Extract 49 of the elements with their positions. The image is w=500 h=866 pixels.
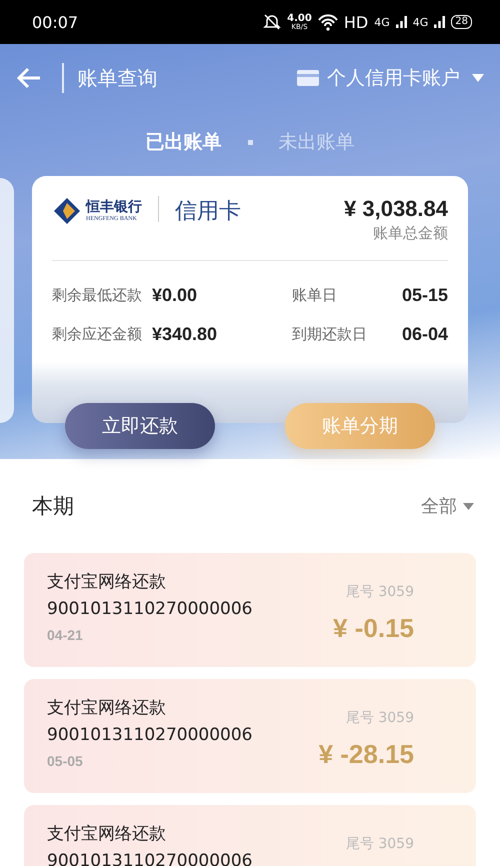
transaction-card[interactable]: 支付宝网络还款 9001013110270000006 尾号 3059: [24, 805, 476, 866]
back-arrow-icon[interactable]: [16, 66, 42, 90]
transaction-title: 支付宝网络还款: [47, 571, 167, 594]
tab[interactable]: 已出账单: [146, 129, 222, 155]
total-amount: ¥ 3,038.84: [344, 196, 448, 222]
mute-bell-icon: [263, 13, 282, 31]
transaction-card[interactable]: 支付宝网络还款 9001013110270000006 05-05 尾号 3059 ¥ -28.15: [24, 679, 476, 793]
bank-name: 恒丰银行: [86, 200, 142, 214]
section-title: 本期: [32, 493, 74, 520]
account-selector[interactable]: 个人信用卡账户: [297, 65, 484, 91]
transaction-number: 9001013110270000006: [47, 598, 253, 621]
signal-icon: [434, 16, 446, 28]
status-time: 00:07: [32, 12, 78, 32]
detail-value: ¥0.00: [152, 285, 198, 306]
transaction-title: 支付宝网络还款: [47, 697, 167, 720]
detail-label: 剩余最低还款: [52, 286, 143, 305]
battery-level: 28: [451, 15, 472, 29]
detail-value: 05-15: [400, 285, 448, 306]
transaction-amount: ¥ -28.15: [318, 739, 414, 770]
credit-card-icon: [297, 70, 319, 86]
network-type-label: 4G: [412, 16, 428, 28]
card-tail-number: 尾号 3059: [346, 709, 414, 727]
filter-dropdown[interactable]: 全部: [421, 494, 474, 518]
transaction-card[interactable]: 支付宝网络还款 9001013110270000006 04-21 尾号 3059 ¥ -0.15: [24, 553, 476, 667]
detail-label: 剩余应还金额: [52, 325, 143, 344]
transaction-amount: ¥ -0.15: [333, 613, 414, 644]
network-speed: 4.00: [287, 14, 312, 24]
wifi-icon: [318, 14, 338, 30]
card-tail-number: 尾号 3059: [346, 583, 414, 601]
bank-logo-icon: [52, 198, 82, 224]
transaction-number: 9001013110270000006: [47, 850, 253, 866]
caret-icon: [463, 502, 474, 510]
network-type-label: 4G: [374, 16, 390, 28]
repay-button[interactable]: 立即还款: [65, 403, 215, 449]
detail-value: ¥340.80: [152, 324, 218, 345]
detail-value: 06-04: [400, 324, 448, 345]
detail-label: 账单日: [292, 286, 338, 305]
card-tail-number: 尾号 3059: [346, 835, 414, 853]
total-amount-label: 账单总金额: [372, 224, 448, 243]
transaction-date: 05-05: [47, 753, 84, 769]
signal-icon: [396, 16, 407, 28]
card-type: 信用卡: [175, 198, 242, 226]
transaction-number: 9001013110270000006: [47, 724, 253, 747]
transaction-title: 支付宝网络还款: [47, 823, 167, 846]
transaction-date: 04-21: [47, 627, 84, 643]
hd-label: HD: [344, 12, 368, 32]
detail-label: 到期还款日: [292, 325, 368, 344]
caret-icon: [472, 74, 484, 82]
page-title: 账单查询: [78, 64, 158, 92]
